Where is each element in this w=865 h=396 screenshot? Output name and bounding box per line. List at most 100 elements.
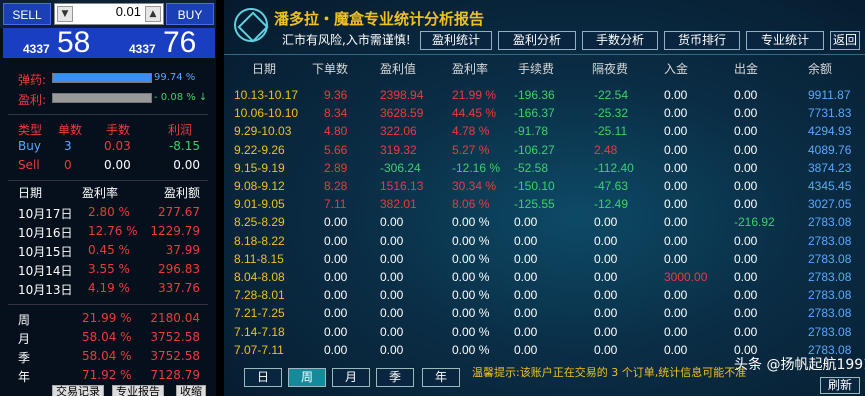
report-cell: -25.32 [594, 106, 629, 121]
report-tab[interactable]: 盈利分析 [498, 31, 576, 50]
summary-section: 周 21.99 % 2180.04 月 58.04 % 3752.58 季 58.04 % 37… [8, 304, 208, 384]
report-cell: 0.00 [594, 288, 618, 303]
report-subtitle: 汇市有风险,入市需谨慎! [282, 33, 411, 47]
report-cell: 0.00 [514, 324, 538, 339]
report-tab[interactable]: 手数分析 [582, 31, 658, 50]
report-cell: 0.00 % [452, 251, 490, 266]
daily-section: 日期 盈利率 盈利额 10月17日 2.80 % 277.67 10月16日 12.76 % 1… [8, 180, 208, 300]
summary-amount: 7128.79 [150, 368, 200, 382]
report-cell: -216.92 [734, 215, 775, 230]
report-cell: 0.00 [664, 215, 688, 230]
report-cell: 0.00 [664, 106, 688, 121]
report-cell: 0.00 [324, 251, 348, 266]
report-cell: 0.00 [734, 270, 758, 284]
position-profit: 0.00 [173, 158, 200, 172]
report-cell: 2783.08 [808, 215, 852, 230]
sell-button[interactable]: SELL [3, 3, 51, 25]
report-cell: 0.00 [380, 251, 404, 266]
report-cell: 0.00 [664, 288, 688, 303]
report-cell: 0.00 [514, 215, 538, 230]
report-cell: 0.00 % [452, 324, 490, 339]
report-cell: 0.00 [734, 160, 758, 175]
report-cell: 0.00 [380, 270, 404, 284]
daily-date: 10月13日 [18, 283, 73, 297]
column-header: 出金 [734, 62, 759, 76]
lot-size-value[interactable]: 0.01 [116, 4, 141, 19]
report-cell: 0.00 [324, 288, 348, 303]
refresh-button[interactable]: 刷新 [820, 377, 860, 394]
column-header: 手续费 [518, 62, 555, 76]
summary-rate: 58.04 % [82, 330, 132, 344]
report-tab[interactable]: 盈利统计 [420, 31, 492, 50]
column-header: 入金 [664, 62, 689, 76]
position-type: Buy [18, 139, 41, 153]
column-header: 盈利值 [380, 62, 417, 76]
report-cell: 0.00 [734, 233, 758, 248]
report-cell: 4089.76 [808, 142, 852, 157]
logo-icon [234, 8, 268, 42]
report-cell: 0.00 [380, 342, 404, 357]
report-cell: 382.01 [380, 197, 417, 212]
buy-quote[interactable]: 4337 76 [109, 28, 215, 58]
sell-quote[interactable]: 4337 58 [3, 28, 109, 58]
lot-decrease-icon[interactable]: ▼ [57, 6, 73, 22]
report-cell: 8.04-8.08 [234, 270, 285, 284]
report-cell: 2398.94 [380, 88, 424, 102]
trade-header: SELL ▼ 0.01 ▲ BUY [0, 0, 216, 28]
daily-header: 盈利率 [82, 186, 119, 200]
report-cell: 8.11-8.15 [234, 251, 284, 266]
daily-rate: 12.76 % [88, 224, 138, 238]
report-cell: 0.00 [664, 88, 688, 102]
period-button[interactable]: 日 [244, 368, 282, 387]
report-cell: 9.08-9.12 [234, 179, 285, 193]
report-cell: 0.00 [514, 306, 538, 321]
report-cell: 4345.45 [808, 179, 852, 193]
report-cell: 2783.08 [808, 306, 852, 321]
report-cell: 0.00 [514, 251, 538, 266]
report-cell: 0.00 [324, 215, 348, 230]
report-cell: 9.29-10.03 [234, 124, 292, 139]
position-count: 3 [64, 139, 72, 153]
report-cell: 0.00 [594, 215, 618, 230]
footer-button[interactable]: 专业报告 [112, 385, 164, 396]
summary-amount: 3752.58 [150, 330, 200, 344]
daily-row: 10月15日 0.45 % 37.99 [8, 241, 208, 260]
report-cell: 9.36 [324, 88, 348, 102]
daily-row: 10月13日 4.19 % 337.76 [8, 279, 208, 298]
daily-row: 10月14日 3.55 % 296.83 [8, 260, 208, 279]
report-cell: 7731.83 [808, 106, 852, 121]
summary-amount: 3752.58 [150, 349, 200, 363]
period-button[interactable]: 年 [422, 368, 460, 387]
report-cell: -125.55 [514, 197, 555, 212]
report-cell: 4294.93 [808, 124, 852, 139]
daily-rate: 2.80 % [88, 205, 130, 219]
daily-date: 10月15日 [18, 245, 73, 259]
period-button[interactable]: 周 [288, 368, 326, 387]
lot-increase-icon[interactable]: ▲ [145, 6, 161, 22]
period-button[interactable]: 月 [332, 368, 370, 387]
summary-row: 月 58.04 % 3752.58 [8, 328, 208, 347]
daily-header: 盈利额 [163, 186, 200, 200]
report-cell: 0.00 [594, 324, 618, 339]
meter-row: 盈利: - 0.08 % ↓ [0, 88, 216, 108]
meter-fill [53, 94, 151, 102]
report-cell: 0.00 [324, 342, 348, 357]
report-tab[interactable]: 货币排行 [664, 31, 740, 50]
report-cell: 0.00 [324, 270, 348, 284]
buy-button[interactable]: BUY [166, 3, 214, 25]
position-profit: -8.15 [168, 139, 200, 153]
lot-size-input[interactable]: ▼ 0.01 ▲ [54, 3, 164, 25]
footer-button[interactable]: 收缩 [176, 385, 206, 396]
report-cell: 0.00 [594, 251, 618, 266]
footer-button[interactable]: 交易记录 [52, 385, 104, 396]
meter-label: 盈利: [18, 93, 47, 107]
summary-period: 月 [18, 332, 31, 346]
report-cell: 10.13-10.17 [234, 88, 299, 102]
column-header: 余额 [808, 62, 833, 76]
report-tab[interactable]: 专业统计 [746, 31, 824, 50]
period-button[interactable]: 季 [376, 368, 414, 387]
report-tab[interactable]: 返回 [830, 31, 860, 50]
report-cell: 0.00 [514, 288, 538, 303]
report-cell: 7.14-7.18 [234, 324, 285, 339]
report-cell: 9.15-9.19 [234, 160, 285, 175]
